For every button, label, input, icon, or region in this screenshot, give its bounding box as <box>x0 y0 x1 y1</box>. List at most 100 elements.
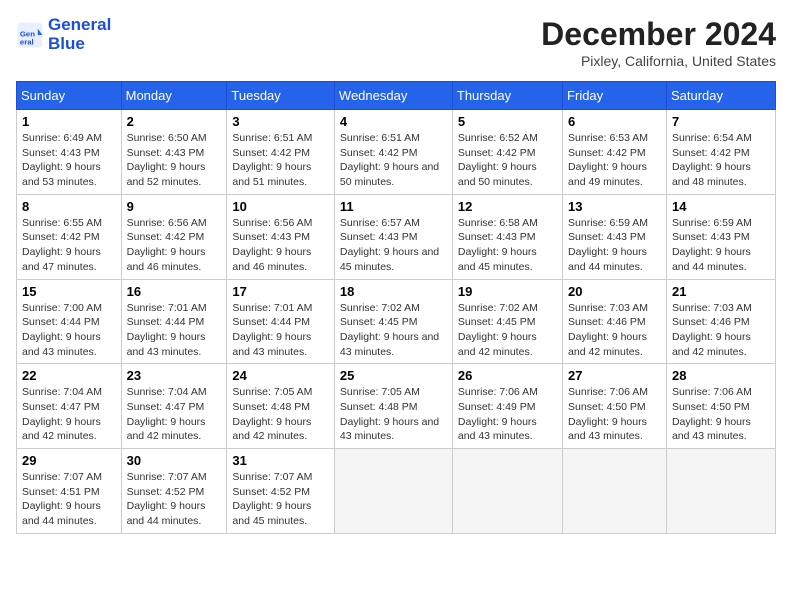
day-info: Sunrise: 7:02 AM Sunset: 4:45 PM Dayligh… <box>340 301 447 360</box>
calendar-cell: 28 Sunrise: 7:06 AM Sunset: 4:50 PM Dayl… <box>666 364 775 449</box>
month-title: December 2024 <box>541 16 776 53</box>
calendar-cell: 25 Sunrise: 7:05 AM Sunset: 4:48 PM Dayl… <box>334 364 452 449</box>
day-number: 28 <box>672 368 770 383</box>
calendar-cell: 20 Sunrise: 7:03 AM Sunset: 4:46 PM Dayl… <box>563 279 667 364</box>
day-info: Sunrise: 7:07 AM Sunset: 4:52 PM Dayligh… <box>127 470 222 529</box>
column-header-friday: Friday <box>563 82 667 110</box>
calendar-header-row: SundayMondayTuesdayWednesdayThursdayFrid… <box>17 82 776 110</box>
calendar-cell: 15 Sunrise: 7:00 AM Sunset: 4:44 PM Dayl… <box>17 279 122 364</box>
week-row-1: 1 Sunrise: 6:49 AM Sunset: 4:43 PM Dayli… <box>17 110 776 195</box>
calendar-cell: 7 Sunrise: 6:54 AM Sunset: 4:42 PM Dayli… <box>666 110 775 195</box>
calendar-cell: 29 Sunrise: 7:07 AM Sunset: 4:51 PM Dayl… <box>17 449 122 534</box>
day-info: Sunrise: 7:03 AM Sunset: 4:46 PM Dayligh… <box>672 301 770 360</box>
day-number: 17 <box>232 284 329 299</box>
column-header-wednesday: Wednesday <box>334 82 452 110</box>
day-number: 6 <box>568 114 661 129</box>
calendar-cell: 6 Sunrise: 6:53 AM Sunset: 4:42 PM Dayli… <box>563 110 667 195</box>
day-info: Sunrise: 6:52 AM Sunset: 4:42 PM Dayligh… <box>458 131 557 190</box>
day-number: 8 <box>22 199 116 214</box>
day-info: Sunrise: 7:04 AM Sunset: 4:47 PM Dayligh… <box>127 385 222 444</box>
day-number: 27 <box>568 368 661 383</box>
day-number: 4 <box>340 114 447 129</box>
calendar-cell: 17 Sunrise: 7:01 AM Sunset: 4:44 PM Dayl… <box>227 279 335 364</box>
day-info: Sunrise: 7:04 AM Sunset: 4:47 PM Dayligh… <box>22 385 116 444</box>
day-number: 11 <box>340 199 447 214</box>
page-header: Gen eral General Blue December 2024 Pixl… <box>16 16 776 69</box>
day-info: Sunrise: 7:07 AM Sunset: 4:52 PM Dayligh… <box>232 470 329 529</box>
calendar-cell <box>334 449 452 534</box>
calendar-cell <box>452 449 562 534</box>
calendar-cell: 14 Sunrise: 6:59 AM Sunset: 4:43 PM Dayl… <box>666 194 775 279</box>
logo-icon: Gen eral <box>16 21 44 49</box>
calendar-cell: 5 Sunrise: 6:52 AM Sunset: 4:42 PM Dayli… <box>452 110 562 195</box>
column-header-thursday: Thursday <box>452 82 562 110</box>
svg-text:eral: eral <box>20 37 34 46</box>
calendar-cell: 10 Sunrise: 6:56 AM Sunset: 4:43 PM Dayl… <box>227 194 335 279</box>
calendar-cell: 22 Sunrise: 7:04 AM Sunset: 4:47 PM Dayl… <box>17 364 122 449</box>
day-number: 12 <box>458 199 557 214</box>
week-row-3: 15 Sunrise: 7:00 AM Sunset: 4:44 PM Dayl… <box>17 279 776 364</box>
day-number: 18 <box>340 284 447 299</box>
calendar-cell: 2 Sunrise: 6:50 AM Sunset: 4:43 PM Dayli… <box>121 110 227 195</box>
column-header-tuesday: Tuesday <box>227 82 335 110</box>
day-number: 5 <box>458 114 557 129</box>
day-number: 15 <box>22 284 116 299</box>
day-number: 22 <box>22 368 116 383</box>
calendar-cell: 13 Sunrise: 6:59 AM Sunset: 4:43 PM Dayl… <box>563 194 667 279</box>
calendar-cell: 30 Sunrise: 7:07 AM Sunset: 4:52 PM Dayl… <box>121 449 227 534</box>
day-info: Sunrise: 6:56 AM Sunset: 4:43 PM Dayligh… <box>232 216 329 275</box>
day-number: 21 <box>672 284 770 299</box>
day-number: 1 <box>22 114 116 129</box>
column-header-saturday: Saturday <box>666 82 775 110</box>
calendar-body: 1 Sunrise: 6:49 AM Sunset: 4:43 PM Dayli… <box>17 110 776 534</box>
day-number: 2 <box>127 114 222 129</box>
day-number: 7 <box>672 114 770 129</box>
day-info: Sunrise: 7:02 AM Sunset: 4:45 PM Dayligh… <box>458 301 557 360</box>
day-info: Sunrise: 6:59 AM Sunset: 4:43 PM Dayligh… <box>568 216 661 275</box>
day-info: Sunrise: 7:01 AM Sunset: 4:44 PM Dayligh… <box>127 301 222 360</box>
week-row-2: 8 Sunrise: 6:55 AM Sunset: 4:42 PM Dayli… <box>17 194 776 279</box>
day-info: Sunrise: 6:57 AM Sunset: 4:43 PM Dayligh… <box>340 216 447 275</box>
calendar-cell: 31 Sunrise: 7:07 AM Sunset: 4:52 PM Dayl… <box>227 449 335 534</box>
week-row-5: 29 Sunrise: 7:07 AM Sunset: 4:51 PM Dayl… <box>17 449 776 534</box>
calendar-cell: 18 Sunrise: 7:02 AM Sunset: 4:45 PM Dayl… <box>334 279 452 364</box>
day-number: 14 <box>672 199 770 214</box>
calendar-cell: 9 Sunrise: 6:56 AM Sunset: 4:42 PM Dayli… <box>121 194 227 279</box>
day-number: 29 <box>22 453 116 468</box>
day-info: Sunrise: 6:50 AM Sunset: 4:43 PM Dayligh… <box>127 131 222 190</box>
day-info: Sunrise: 6:56 AM Sunset: 4:42 PM Dayligh… <box>127 216 222 275</box>
day-number: 25 <box>340 368 447 383</box>
day-number: 23 <box>127 368 222 383</box>
day-number: 26 <box>458 368 557 383</box>
logo: Gen eral General Blue <box>16 16 111 53</box>
calendar-cell <box>563 449 667 534</box>
calendar-cell: 12 Sunrise: 6:58 AM Sunset: 4:43 PM Dayl… <box>452 194 562 279</box>
day-info: Sunrise: 7:06 AM Sunset: 4:50 PM Dayligh… <box>672 385 770 444</box>
calendar-cell: 11 Sunrise: 6:57 AM Sunset: 4:43 PM Dayl… <box>334 194 452 279</box>
day-number: 16 <box>127 284 222 299</box>
day-info: Sunrise: 6:49 AM Sunset: 4:43 PM Dayligh… <box>22 131 116 190</box>
day-info: Sunrise: 7:06 AM Sunset: 4:50 PM Dayligh… <box>568 385 661 444</box>
day-info: Sunrise: 7:03 AM Sunset: 4:46 PM Dayligh… <box>568 301 661 360</box>
week-row-4: 22 Sunrise: 7:04 AM Sunset: 4:47 PM Dayl… <box>17 364 776 449</box>
location: Pixley, California, United States <box>541 53 776 69</box>
day-info: Sunrise: 7:01 AM Sunset: 4:44 PM Dayligh… <box>232 301 329 360</box>
day-number: 20 <box>568 284 661 299</box>
day-info: Sunrise: 7:05 AM Sunset: 4:48 PM Dayligh… <box>232 385 329 444</box>
day-number: 30 <box>127 453 222 468</box>
calendar-cell: 23 Sunrise: 7:04 AM Sunset: 4:47 PM Dayl… <box>121 364 227 449</box>
calendar-table: SundayMondayTuesdayWednesdayThursdayFrid… <box>16 81 776 534</box>
calendar-cell: 27 Sunrise: 7:06 AM Sunset: 4:50 PM Dayl… <box>563 364 667 449</box>
logo-line2: Blue <box>48 35 111 54</box>
calendar-cell <box>666 449 775 534</box>
calendar-cell: 24 Sunrise: 7:05 AM Sunset: 4:48 PM Dayl… <box>227 364 335 449</box>
day-info: Sunrise: 6:55 AM Sunset: 4:42 PM Dayligh… <box>22 216 116 275</box>
column-header-monday: Monday <box>121 82 227 110</box>
day-info: Sunrise: 7:05 AM Sunset: 4:48 PM Dayligh… <box>340 385 447 444</box>
day-info: Sunrise: 6:53 AM Sunset: 4:42 PM Dayligh… <box>568 131 661 190</box>
day-number: 9 <box>127 199 222 214</box>
calendar-cell: 21 Sunrise: 7:03 AM Sunset: 4:46 PM Dayl… <box>666 279 775 364</box>
calendar-cell: 8 Sunrise: 6:55 AM Sunset: 4:42 PM Dayli… <box>17 194 122 279</box>
day-info: Sunrise: 7:07 AM Sunset: 4:51 PM Dayligh… <box>22 470 116 529</box>
column-header-sunday: Sunday <box>17 82 122 110</box>
